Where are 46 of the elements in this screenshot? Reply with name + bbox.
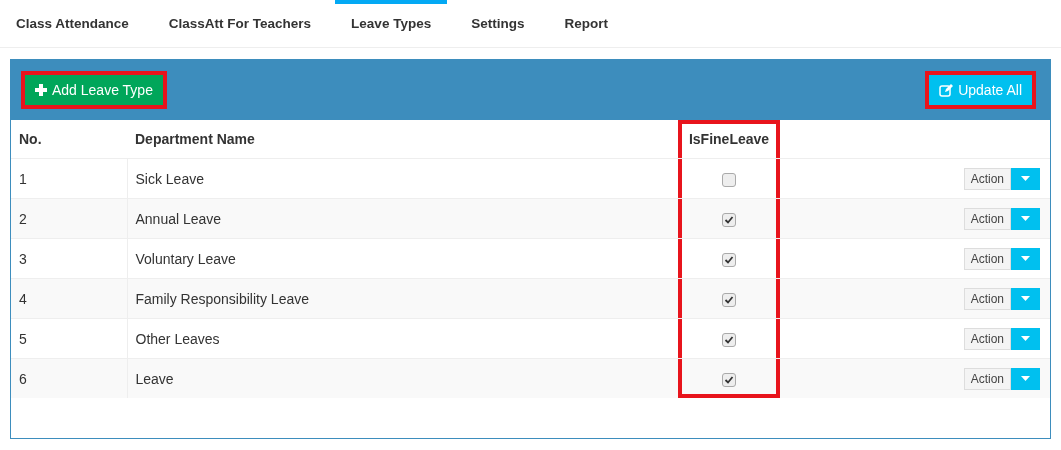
nav-tab[interactable]: Settings	[455, 0, 541, 47]
nav-tab[interactable]: Leave Types	[335, 0, 448, 47]
table-cell: Leave	[127, 358, 678, 398]
dropdown-button[interactable]	[1011, 367, 1040, 390]
dropdown-button[interactable]	[1011, 167, 1040, 190]
table-cell: Annual Leave	[127, 198, 678, 239]
nav-tab[interactable]: Class Attendance	[0, 0, 145, 47]
table-cell: Sick Leave	[127, 158, 678, 199]
nav-tab[interactable]: ClassAtt For Teachers	[152, 0, 328, 47]
action-button[interactable]: Action	[963, 367, 1011, 390]
table-cell: 6	[11, 358, 127, 398]
table-cell: 2	[11, 198, 127, 239]
edit-icon	[939, 83, 954, 97]
caret-icon	[1021, 296, 1030, 301]
action-button[interactable]: Action	[963, 287, 1011, 310]
action-button[interactable]: Action	[963, 247, 1011, 270]
table-cell: 1	[11, 158, 127, 199]
column-header: Department Name	[127, 120, 678, 159]
dropdown-button[interactable]	[1011, 207, 1040, 230]
column-header: IsFineLeave	[678, 120, 780, 159]
checkbox[interactable]	[722, 172, 736, 187]
caret-icon	[1021, 256, 1030, 261]
nav-tab[interactable]: Report	[548, 0, 624, 47]
dropdown-button[interactable]	[1011, 327, 1040, 350]
table-cell: Voluntary Leave	[127, 238, 678, 279]
checkbox[interactable]	[722, 212, 736, 227]
action-button[interactable]: Action	[963, 207, 1011, 230]
checkbox[interactable]	[722, 372, 736, 387]
column-header: No.	[11, 120, 127, 159]
action-button[interactable]: Action	[963, 327, 1011, 350]
dropdown-button[interactable]	[1011, 287, 1040, 310]
plus-icon	[35, 84, 47, 96]
action-button[interactable]: Action	[963, 167, 1011, 190]
checkbox[interactable]	[722, 332, 736, 347]
table-cell: 4	[11, 278, 127, 319]
checkbox[interactable]	[722, 292, 736, 307]
table-cell: Other Leaves	[127, 318, 678, 359]
caret-icon	[1021, 376, 1030, 381]
table-cell: 3	[11, 238, 127, 279]
dropdown-button[interactable]	[1011, 247, 1040, 270]
caret-icon	[1021, 176, 1030, 181]
table-cell: 5	[11, 318, 127, 359]
caret-icon	[1021, 336, 1030, 341]
checkbox[interactable]	[722, 252, 736, 267]
caret-icon	[1021, 216, 1030, 221]
table-cell: Family Responsibility Leave	[127, 278, 678, 319]
